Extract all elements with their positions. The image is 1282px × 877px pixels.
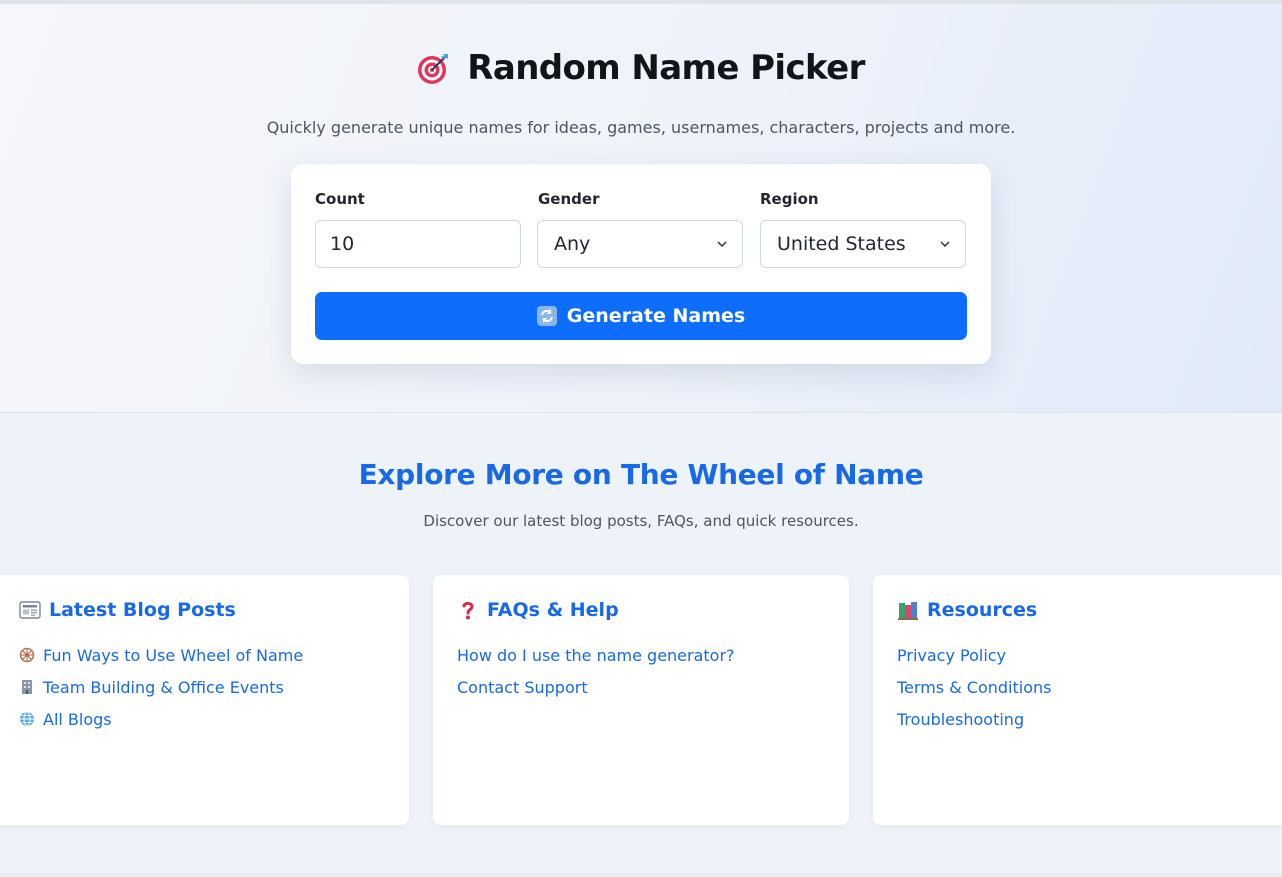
resource-link-troubleshooting[interactable]: Troubleshooting bbox=[897, 710, 1024, 729]
title-row: Random Name Picker bbox=[0, 48, 1282, 88]
resources-panel: Resources Privacy Policy Terms & Conditi… bbox=[873, 575, 1282, 825]
faqs-list: How do I use the name generator? Contact… bbox=[457, 639, 735, 703]
list-item: Privacy Policy bbox=[897, 639, 1051, 671]
faq-link-how-to-use[interactable]: How do I use the name generator? bbox=[457, 646, 735, 665]
blog-posts-list: Fun Ways to Use Wheel of Name Team Build… bbox=[19, 639, 303, 735]
resources-title: Resources bbox=[927, 599, 1038, 621]
globe-icon bbox=[19, 711, 35, 727]
resources-list: Privacy Policy Terms & Conditions Troubl… bbox=[897, 639, 1051, 735]
region-label: Region bbox=[760, 190, 819, 208]
question-mark-icon bbox=[457, 599, 479, 621]
chevron-down-icon bbox=[717, 241, 727, 248]
faqs-panel: FAQs & Help How do I use the name genera… bbox=[433, 575, 849, 825]
blog-posts-title: Latest Blog Posts bbox=[49, 599, 236, 621]
gender-label: Gender bbox=[538, 190, 600, 208]
blog-posts-panel: Latest Blog Posts Fun Ways to Use Wheel … bbox=[0, 575, 409, 825]
newspaper-icon bbox=[19, 599, 41, 621]
region-select-value: United States bbox=[777, 233, 906, 255]
list-item: Fun Ways to Use Wheel of Name bbox=[19, 639, 303, 671]
list-item: Terms & Conditions bbox=[897, 671, 1051, 703]
list-item: Team Building & Office Events bbox=[19, 671, 303, 703]
faqs-heading: FAQs & Help bbox=[457, 599, 619, 621]
generator-card: Count Gender Any Region United States bbox=[291, 164, 991, 364]
resource-link-privacy-policy[interactable]: Privacy Policy bbox=[897, 646, 1006, 665]
generate-names-button[interactable]: Generate Names bbox=[315, 292, 967, 340]
list-item: How do I use the name generator? bbox=[457, 639, 735, 671]
hero-section: Random Name Picker Quickly generate uniq… bbox=[0, 4, 1282, 413]
faqs-title: FAQs & Help bbox=[487, 599, 619, 621]
list-item: All Blogs bbox=[19, 703, 303, 735]
resources-heading: Resources bbox=[897, 599, 1037, 621]
blog-link-fun-ways[interactable]: Fun Ways to Use Wheel of Name bbox=[43, 646, 303, 665]
books-icon bbox=[897, 599, 919, 621]
list-item: Contact Support bbox=[457, 671, 735, 703]
list-item: Troubleshooting bbox=[897, 703, 1051, 735]
explore-title: Explore More on The Wheel of Name bbox=[358, 458, 924, 491]
target-dart-icon bbox=[417, 51, 451, 85]
faq-link-contact-support[interactable]: Contact Support bbox=[457, 678, 588, 697]
blog-link-all-blogs[interactable]: All Blogs bbox=[43, 710, 112, 729]
count-input[interactable] bbox=[315, 220, 521, 268]
region-select[interactable]: United States bbox=[760, 220, 966, 268]
chevron-down-icon bbox=[940, 241, 950, 248]
generate-names-label: Generate Names bbox=[566, 305, 746, 327]
refresh-icon bbox=[536, 306, 557, 326]
resource-link-terms[interactable]: Terms & Conditions bbox=[897, 678, 1051, 697]
bottom-strip bbox=[0, 873, 1282, 877]
explore-subtitle: Discover our latest blog posts, FAQs, an… bbox=[423, 512, 859, 530]
count-label: Count bbox=[315, 190, 365, 208]
blog-posts-heading: Latest Blog Posts bbox=[19, 599, 236, 621]
office-building-icon bbox=[19, 679, 35, 695]
gender-select[interactable]: Any bbox=[537, 220, 743, 268]
page-subtitle: Quickly generate unique names for ideas,… bbox=[266, 118, 1016, 137]
page-title: Random Name Picker bbox=[467, 48, 865, 88]
blog-link-team-building[interactable]: Team Building & Office Events bbox=[43, 678, 284, 697]
gender-select-value: Any bbox=[554, 233, 591, 255]
wheel-icon bbox=[19, 647, 35, 663]
